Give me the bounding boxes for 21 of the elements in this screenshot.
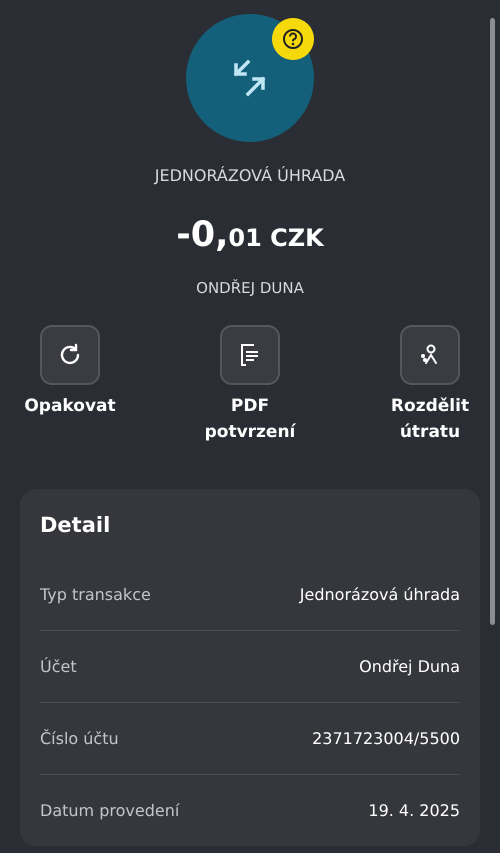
detail-label: Typ transakce (40, 585, 151, 604)
action-button[interactable] (400, 325, 460, 385)
scrollbar[interactable] (490, 18, 495, 625)
action-label[interactable]: PDF potvrzení (200, 393, 300, 445)
detail-value: 19. 4. 2025 (368, 801, 460, 820)
help-icon[interactable] (272, 18, 314, 60)
detail-label: Číslo účtu (40, 729, 119, 748)
detail-label: Datum provedení (40, 801, 180, 820)
action-button[interactable] (40, 325, 100, 385)
detail-value: 2371723004/5500 (312, 729, 460, 748)
counterparty-name: ONDŘEJ DUNA (196, 279, 304, 297)
transaction-type: JEDNORÁZOVÁ ÚHRADA (154, 166, 346, 185)
card-title: Detail (40, 513, 112, 537)
action-button[interactable] (220, 325, 280, 385)
action-label[interactable]: Opakovat (24, 393, 116, 419)
action-label[interactable]: Rozdělit útratu (380, 393, 480, 445)
amount-decimals: 01 CZK (228, 224, 324, 252)
detail-value: Ondřej Duna (359, 657, 460, 676)
detail-label: Účet (40, 657, 77, 676)
amount: -0, (176, 215, 228, 255)
detail-value: Jednorázová úhrada (300, 585, 460, 604)
